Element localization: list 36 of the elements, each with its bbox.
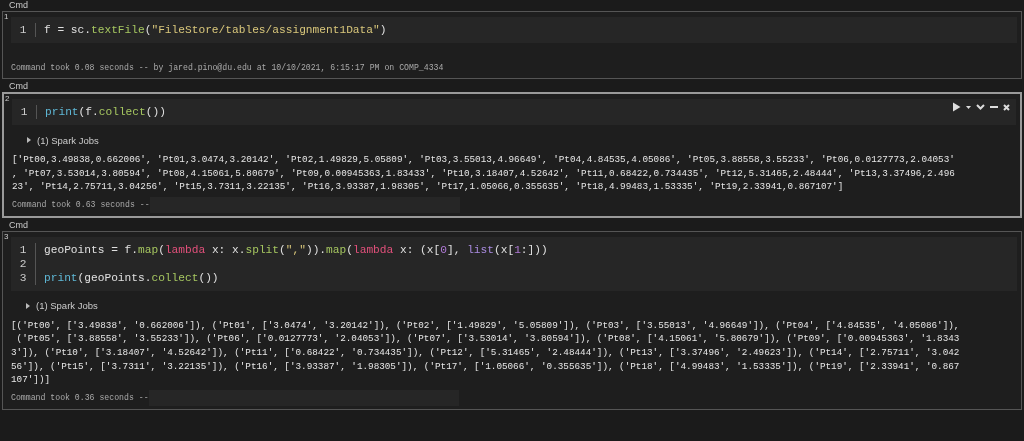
command-status: Command took 0.36 seconds -- <box>11 393 149 403</box>
cell-label: Cmd <box>8 219 28 231</box>
output-line: 56']), ('Pt15', ['3.7311', '3.22135']), ('Pt16', ['3.93387', '1.98305']), ('Pt17', ['1.05066', '0.355635']), ('Pt18', ['4.99483', '1.53335']), ('Pt19', ['2.33941', '0.867 <box>11 359 960 374</box>
command-status: Command took 0.63 seconds -- <box>12 200 150 210</box>
code-line: print(geoPoints.collect()) <box>44 271 219 284</box>
code-editor[interactable]: 1 geoPoints = f.map(lambda x: x.split(",")).map(lambda x: (x[0], list(x[1:])) 2 3 print(geoPoints.collect()) <box>11 236 1017 291</box>
spark-jobs-toggle[interactable]: (1) Spark Jobs <box>37 134 99 146</box>
code-editor[interactable]: 1 f = sc.textFile("FileStore/tables/assignment1Data") <box>11 17 1017 43</box>
output-line: 3']), ('Pt10', ['3.18407', '4.52642']), ('Pt11', ['0.68422', '0.734435']), ('Pt12', ['5.31465', '2.48444']), ('Pt13', ['3.37496', '2.49623']), ('Pt14', ['2.75711', '3.042 <box>11 345 960 360</box>
output-line: [('Pt00', ['3.49838', '0.662006']), ('Pt01', ['3.0474', '3.20142']), ('Pt02', ['1.49829', '5.05809']), ('Pt03', ['3.55013', '4.96649']), ('Pt04', ['4.84535', '4.05086']), <box>11 318 960 333</box>
line-number: 3 <box>19 271 27 284</box>
code-line: geoPoints = f.map(lambda x: x.split(",")).map(lambda x: (x[0], list(x[1:])) <box>44 243 548 256</box>
command-status: Command took 0.08 seconds -- by jared.pino@du.edu at 10/10/2021, 6:15:17 PM on COMP_4334 <box>11 62 444 72</box>
spark-jobs-toggle[interactable]: (1) Spark Jobs <box>36 300 98 312</box>
output-line: 23', 'Pt14,2.75711,3.04256', 'Pt15,3.7311,3.22135', 'Pt16,3.93387,1.98305', 'Pt17,1.05066,0.355635', 'Pt18,4.99483,1.53335', 'Pt19,2.33941,0.867107'] <box>12 180 844 194</box>
run-icon[interactable] <box>952 102 961 112</box>
line-number: 2 <box>19 257 27 270</box>
code-editor[interactable]: 1 print(f.collect()) <box>12 99 1016 125</box>
output-line: ('Pt05', ['3.88558', '3.55233']), ('Pt06', ['0.0127773', '2.04053']), ('Pt07', ['3.53014', '3.80594']), ('Pt08', ['4.15061', '5.80679']), ('Pt09', ['0.00945363', '1.8343 <box>15 332 960 346</box>
cell-number: 2 <box>5 94 10 103</box>
output-line: ['Pt00,3.49838,0.662006', 'Pt01,3.0474,3.20142', 'Pt02,1.49829,5.05809', 'Pt03,3.55013,4.96649', 'Pt04,4.84535,4.05086', 'Pt05,3.88558,3.55233', 'Pt06,0.0127773,2.04053' <box>12 153 955 167</box>
code-line: f = sc.textFile("FileStore/tables/assignment1Data") <box>44 24 387 36</box>
cell-label: Cmd <box>8 0 28 11</box>
caret-right-icon[interactable] <box>25 302 31 309</box>
cell-label: Cmd <box>8 81 28 92</box>
line-number: 1 <box>19 24 27 36</box>
line-number: 1 <box>20 106 28 118</box>
output-line: , 'Pt07,3.53014,3.80594', 'Pt08,4.15061,5.80679', 'Pt09,0.00945363,1.83433', 'Pt10,3.18407,4.52642', 'Pt11,0.68422,0.734435', 'Pt12,5.31465,2.48444', 'Pt13,3.37496,2.496 <box>12 166 955 181</box>
caret-icon[interactable] <box>966 105 971 109</box>
cell-number: 3 <box>4 231 9 241</box>
cell-number: 1 <box>4 12 9 21</box>
code-line: print(f.collect()) <box>45 106 166 118</box>
chevron-down-icon[interactable] <box>976 104 985 110</box>
output-line: 107'])] <box>11 373 51 387</box>
caret-right-icon[interactable] <box>26 137 32 143</box>
line-number: 1 <box>19 243 27 256</box>
